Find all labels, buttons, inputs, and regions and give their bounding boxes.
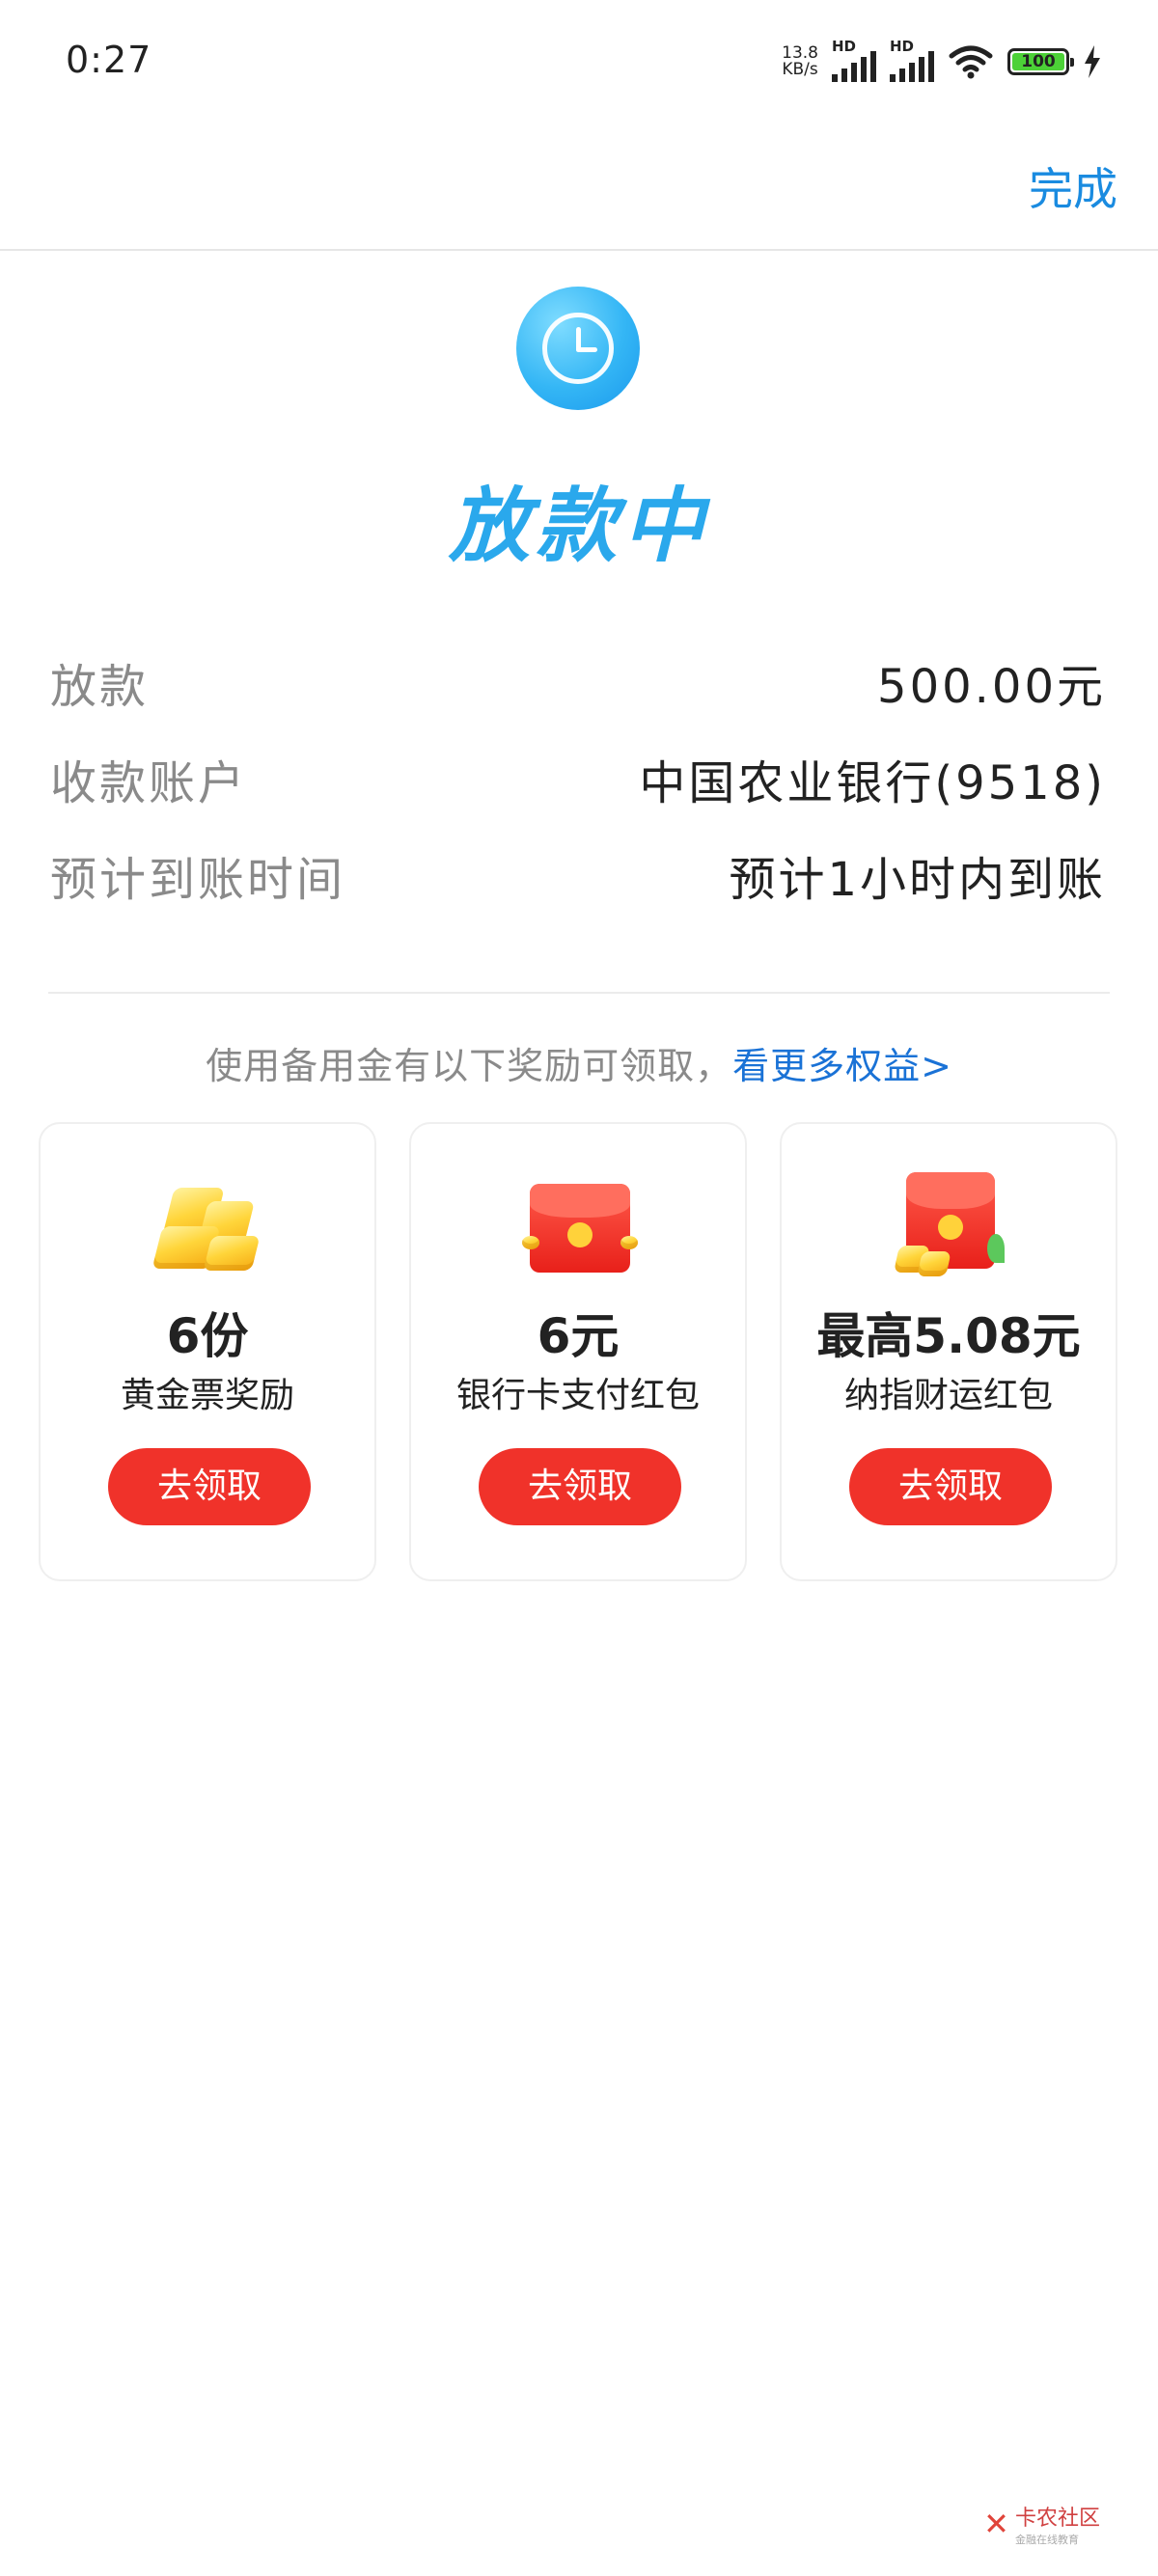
status-bar: 0:27 13.8 KB/s HD HD 100 [0, 0, 1158, 130]
watermark: ✕ 卡农社区 金融在线教育 [983, 2506, 1100, 2546]
detail-label: 收款账户 [50, 756, 248, 810]
detail-row-eta: 预计到账时间 预计1小时内到账 [50, 841, 1106, 907]
reward-card-nasdaq: 最高5.08元 纳指财运红包 去领取 [780, 1122, 1117, 1581]
reward-amount: 6份 [166, 1308, 249, 1364]
red-envelope-icon [522, 1172, 638, 1278]
claim-button[interactable]: 去领取 [849, 1448, 1052, 1525]
watermark-logo-icon: ✕ [983, 2506, 1009, 2542]
reward-desc: 纳指财运红包 [843, 1376, 1053, 1415]
signal-2-icon: HD [890, 38, 934, 82]
detail-label: 预计到账时间 [50, 853, 346, 907]
more-benefits-link[interactable]: 看更多权益> [732, 1045, 952, 1087]
reward-amount: 6元 [537, 1308, 620, 1364]
detail-value: 预计1小时内到账 [729, 853, 1106, 907]
detail-label: 放款 [50, 660, 150, 714]
wifi-icon [949, 45, 993, 79]
red-envelope-gold-icon [893, 1172, 1008, 1278]
status-indicators: 13.8 KB/s HD HD 100 [782, 38, 1102, 83]
detail-row-amount: 放款 500.00元 [50, 648, 1106, 714]
status-time: 0:27 [66, 39, 152, 81]
reward-desc: 银行卡支付红包 [455, 1376, 700, 1415]
reward-card-gold: 6份 黄金票奖励 去领取 [39, 1122, 376, 1581]
reward-card-bank: 6元 银行卡支付红包 去领取 [409, 1122, 747, 1581]
network-speed: 13.8 KB/s [782, 43, 818, 79]
signal-1-icon: HD [832, 38, 876, 82]
detail-value: 500.00元 [877, 660, 1106, 714]
detail-value: 中国农业银行(9518) [639, 756, 1106, 810]
clock-icon [516, 287, 640, 410]
page-title: 放款中 [448, 479, 709, 573]
detail-row-account: 收款账户 中国农业银行(9518) [50, 745, 1106, 810]
promo-text: 使用备用金有以下奖励可领取，看更多权益> [206, 1045, 952, 1087]
gold-bar-icon [152, 1172, 267, 1278]
charging-icon [1085, 45, 1100, 78]
reward-amount: 最高5.08元 [816, 1308, 1081, 1364]
reward-desc: 黄金票奖励 [120, 1376, 294, 1415]
nav-divider [0, 249, 1158, 251]
claim-button[interactable]: 去领取 [479, 1448, 681, 1525]
section-divider [48, 992, 1110, 994]
done-button[interactable]: 完成 [1029, 154, 1117, 218]
claim-button[interactable]: 去领取 [108, 1448, 311, 1525]
battery-icon: 100 [1007, 48, 1074, 75]
